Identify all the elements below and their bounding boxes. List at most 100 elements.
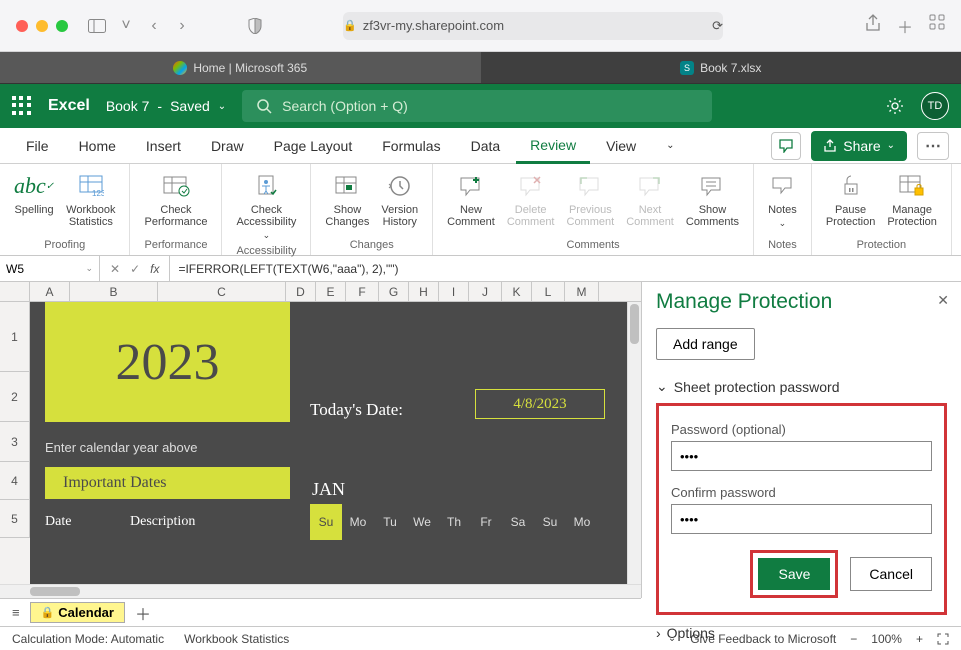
reload-icon[interactable]: ⟳ [712,18,723,34]
vertical-scrollbar[interactable] [627,302,641,584]
horizontal-scrollbar[interactable] [0,584,641,598]
close-window[interactable] [16,20,28,32]
day-th[interactable]: Th [438,504,470,540]
name-box[interactable]: W5 ⌄ [0,256,100,281]
browser-tab-home[interactable]: Home | Microsoft 365 [0,52,481,83]
cancel-formula-icon[interactable]: ✕ [110,262,120,276]
day-fr[interactable]: Fr [470,504,502,540]
year-cell[interactable]: 2023 [45,302,290,422]
section-header[interactable]: ⌄ Sheet protection password [656,378,947,395]
workbook-stats-button[interactable]: 123Workbook Statistics [60,168,121,237]
col-f[interactable]: F [346,282,379,301]
row-4[interactable]: 4 [0,462,30,500]
browser-tab-book7[interactable]: S Book 7.xlsx [481,52,961,83]
col-c[interactable]: C [158,282,286,301]
row-2[interactable]: 2 [0,372,30,422]
search-input[interactable]: Search (Option + Q) [242,90,712,122]
day-su2[interactable]: Su [534,504,566,540]
tab-view[interactable]: View [592,128,650,164]
col-g[interactable]: G [379,282,409,301]
cancel-button[interactable]: Cancel [850,557,932,591]
new-tab-icon[interactable]: ＋ [897,14,913,38]
day-we[interactable]: We [406,504,438,540]
day-tu[interactable]: Tu [374,504,406,540]
day-sa[interactable]: Sa [502,504,534,540]
sidebar-toggle-icon[interactable] [88,19,108,33]
tab-more[interactable]: ⌄ [652,128,688,164]
tab-page-layout[interactable]: Page Layout [260,128,367,164]
col-d[interactable]: D [286,282,316,301]
tab-home[interactable]: Home [65,128,130,164]
col-h[interactable]: H [409,282,439,301]
show-changes-button[interactable]: Show Changes [319,168,375,237]
user-avatar[interactable]: TD [921,92,949,120]
pause-protection-button[interactable]: Pause Protection [820,168,882,237]
tab-formulas[interactable]: Formulas [368,128,454,164]
show-comments-button[interactable]: Show Comments [680,168,745,237]
save-button[interactable]: Save [758,558,830,590]
row-1[interactable]: 1 [0,302,30,372]
check-performance-button[interactable]: Check Performance [138,168,213,237]
spelling-icon: abc✓ [14,170,54,202]
tab-file[interactable]: File [12,128,63,164]
day-mo[interactable]: Mo [342,504,374,540]
cell-grid[interactable]: 2023 Today's Date: 4/8/2023 Enter calend… [30,302,641,584]
url-text: zf3vr-my.sharepoint.com [363,18,504,33]
close-panel-icon[interactable]: ✕ [937,292,949,309]
spelling-button[interactable]: abc✓Spelling [8,168,60,237]
fx-icon[interactable]: fx [150,262,159,276]
select-all[interactable] [0,282,30,301]
day-su[interactable]: Su [310,504,342,540]
more-button[interactable]: ⋯ [917,132,949,160]
tabs-overview-icon[interactable] [929,14,945,38]
col-i[interactable]: I [439,282,469,301]
col-e[interactable]: E [316,282,346,301]
manage-protection-button[interactable]: Manage Protection [881,168,943,237]
highlighted-save-wrapper: Save [750,550,838,598]
today-date-cell[interactable]: 4/8/2023 [475,389,605,419]
formula-input[interactable]: =IFERROR(LEFT(TEXT(W6,"aaa"), 2),"") [170,262,961,276]
notes-button[interactable]: Notes⌄ [762,168,803,237]
confirm-password-input[interactable] [671,504,932,534]
tab-draw[interactable]: Draw [197,128,258,164]
minimize-window[interactable] [36,20,48,32]
col-k[interactable]: K [502,282,532,301]
document-title[interactable]: Book 7 - Saved ⌄ [106,98,226,114]
col-b[interactable]: B [70,282,158,301]
add-sheet-button[interactable]: ＋ [135,601,151,625]
workbook-stats-link[interactable]: Workbook Statistics [184,632,289,646]
calc-mode[interactable]: Calculation Mode: Automatic [12,632,164,646]
check-accessibility-button[interactable]: Check Accessibility⌄ [230,168,302,243]
enter-formula-icon[interactable]: ✓ [130,262,140,276]
settings-icon[interactable] [885,96,905,116]
tab-insert[interactable]: Insert [132,128,195,164]
share-icon[interactable] [865,14,881,38]
chevron-down-icon[interactable]: ˅ [116,17,136,35]
day-mo2[interactable]: Mo [566,504,598,540]
col-j[interactable]: J [469,282,502,301]
row-5[interactable]: 5 [0,500,30,538]
app-launcher-icon[interactable] [12,96,32,116]
comments-button[interactable] [771,132,801,160]
back-icon[interactable]: ‹ [144,17,164,35]
tab-review[interactable]: Review [516,128,590,164]
row-3[interactable]: 3 [0,422,30,462]
address-bar[interactable]: 🔒 zf3vr-my.sharepoint.com ⟳ [343,12,723,40]
add-range-button[interactable]: Add range [656,328,755,360]
col-l[interactable]: L [532,282,565,301]
password-input[interactable] [671,441,932,471]
forward-icon[interactable]: › [172,17,192,35]
tab-data[interactable]: Data [457,128,515,164]
version-history-button[interactable]: Version History [375,168,424,237]
options-section[interactable]: › Options [656,625,947,641]
all-sheets-icon[interactable]: ≡ [12,605,20,620]
share-button[interactable]: Share ⌄ [811,131,907,161]
confirm-password-label: Confirm password [671,485,932,500]
delete-comment-button: Delete Comment [501,168,561,237]
maximize-window[interactable] [56,20,68,32]
shield-icon[interactable] [248,18,268,34]
new-comment-button[interactable]: New Comment [441,168,501,237]
col-m[interactable]: M [565,282,599,301]
col-a[interactable]: A [30,282,70,301]
performance-icon [162,170,190,202]
